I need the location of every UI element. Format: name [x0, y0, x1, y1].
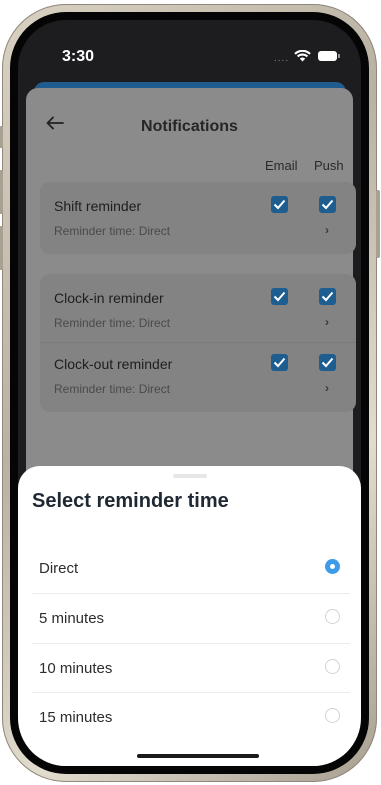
push-checkbox[interactable]: [319, 354, 336, 371]
push-checkbox[interactable]: [319, 288, 336, 305]
shift-reminder-card: Shift reminder Reminder time: Direct ›: [40, 182, 356, 254]
option-direct[interactable]: Direct: [18, 544, 361, 593]
power-button: [376, 190, 380, 258]
phone-frame: 3:30 .... Notifications Email Push Shift: [0, 4, 380, 782]
sheet-grabber[interactable]: [173, 474, 207, 478]
battery-icon: [318, 51, 340, 61]
reminder-title: Clock-in reminder: [54, 290, 164, 306]
volume-down-button: [0, 226, 3, 270]
option-5-minutes[interactable]: 5 minutes: [18, 594, 361, 643]
option-label: 10 minutes: [39, 660, 113, 677]
phone-bezel: 3:30 .... Notifications Email Push Shift: [10, 12, 369, 774]
option-15-minutes[interactable]: 15 minutes: [18, 693, 361, 742]
reminder-subtitle[interactable]: Reminder time: Direct: [54, 316, 170, 330]
silent-switch: [0, 126, 3, 148]
reminder-subtitle[interactable]: Reminder time: Direct: [54, 224, 170, 238]
sheet-title: Select reminder time: [32, 490, 229, 512]
status-time: 3:30: [62, 48, 95, 65]
email-checkbox[interactable]: [271, 354, 288, 371]
page-title: Notifications: [141, 118, 238, 135]
option-10-minutes[interactable]: 10 minutes: [18, 644, 361, 693]
reminder-time-sheet: Select reminder time Direct 5 minutes 10…: [18, 466, 361, 766]
screen: 3:30 .... Notifications Email Push Shift: [18, 20, 361, 766]
radio-selected-icon[interactable]: [325, 559, 340, 574]
home-indicator: [137, 754, 259, 758]
option-label: 5 minutes: [39, 610, 105, 627]
email-column-header: Email: [265, 158, 298, 173]
reminder-title: Clock-out reminder: [54, 356, 173, 372]
email-checkbox[interactable]: [271, 196, 288, 213]
option-label: 15 minutes: [39, 709, 113, 726]
email-checkbox[interactable]: [271, 288, 288, 305]
radio-unselected-icon[interactable]: [325, 708, 340, 723]
reminder-title: Shift reminder: [54, 198, 142, 214]
reminder-subtitle[interactable]: Reminder time: Direct: [54, 382, 170, 396]
chevron-right-icon[interactable]: ›: [325, 223, 329, 237]
signal-dots: ....: [274, 53, 290, 64]
push-checkbox[interactable]: [319, 196, 336, 213]
chevron-right-icon[interactable]: ›: [325, 381, 329, 395]
chevron-right-icon[interactable]: ›: [325, 315, 329, 329]
wifi-icon: [294, 50, 311, 62]
clock-reminders-card: Clock-in reminder Reminder time: Direct …: [40, 274, 356, 412]
option-label: Direct: [39, 560, 79, 577]
row-divider: [40, 342, 356, 343]
radio-unselected-icon[interactable]: [325, 659, 340, 674]
push-column-header: Push: [314, 158, 344, 173]
volume-up-button: [0, 170, 3, 214]
radio-unselected-icon[interactable]: [325, 609, 340, 624]
